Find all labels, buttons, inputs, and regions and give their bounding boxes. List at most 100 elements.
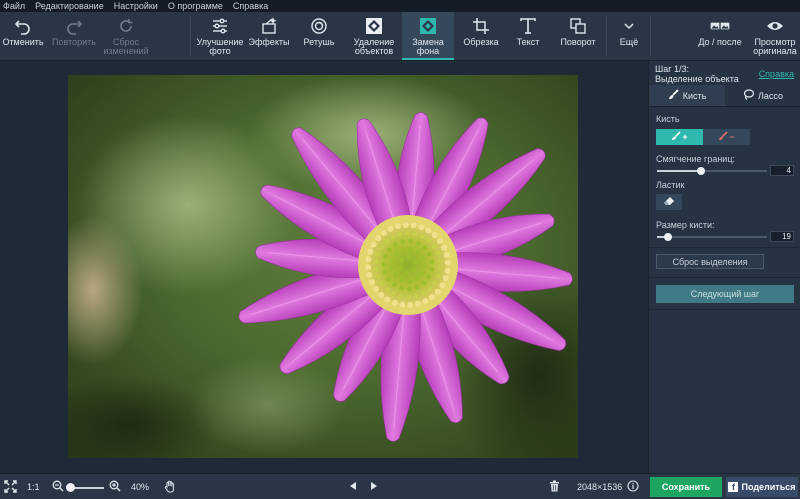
next-image-button[interactable] — [369, 474, 379, 499]
refresh-icon — [116, 16, 136, 36]
step-indicator: Шаг 1/3: Выделение объекта — [655, 64, 739, 84]
actual-size-button[interactable]: 1:1 — [27, 474, 40, 499]
floret — [394, 251, 399, 257]
effects-button[interactable]: Эффекты — [246, 12, 292, 60]
rotate-button[interactable]: Поворот — [554, 12, 602, 60]
help-link[interactable]: Справка — [759, 69, 794, 79]
reset-changes-button[interactable]: Сброс изменений — [100, 12, 152, 60]
floret — [406, 294, 411, 300]
zoom-slider[interactable] — [70, 487, 104, 489]
reset-selection-button[interactable]: Сброс выделения — [656, 254, 764, 269]
smoothing-slider[interactable] — [657, 167, 767, 175]
text-button[interactable]: Текст — [506, 12, 550, 60]
zoom-out-button[interactable] — [52, 474, 64, 499]
photo-canvas[interactable] — [68, 75, 578, 458]
menu-edit[interactable]: Редактирование — [35, 0, 104, 12]
sliders-icon — [210, 16, 230, 36]
floret — [378, 245, 384, 250]
undo-button[interactable]: Отменить — [0, 12, 46, 60]
floret — [393, 242, 398, 247]
floret — [442, 275, 449, 282]
share-button[interactable]: f Поделиться — [726, 477, 798, 497]
smoothing-slider-handle[interactable] — [697, 167, 705, 175]
floret — [405, 230, 410, 236]
floret — [422, 245, 428, 251]
save-button[interactable]: Сохранить — [650, 477, 722, 497]
brush-remove-icon — [718, 131, 728, 143]
floret — [432, 280, 438, 285]
floret — [411, 267, 417, 273]
toolbar: Отменить Повторить Сброс изменений Улучш… — [0, 12, 800, 61]
floret — [399, 301, 406, 308]
enhance-photo-button[interactable]: Улучшение фото — [194, 12, 246, 60]
floret — [400, 247, 406, 253]
eraser-button[interactable] — [656, 194, 682, 210]
floret — [370, 241, 377, 248]
floret — [412, 231, 418, 237]
crop-icon — [471, 16, 491, 36]
floret — [392, 282, 397, 288]
floret — [439, 282, 446, 289]
floret — [381, 262, 387, 267]
zoom-out-icon — [52, 480, 64, 494]
view-original-button[interactable]: Просмотр оригинала — [750, 12, 800, 60]
floret — [397, 231, 403, 237]
toolbar-divider — [606, 16, 607, 56]
floret — [398, 293, 404, 299]
brush-size-value[interactable]: 19 — [770, 231, 794, 242]
floret — [379, 281, 385, 287]
brush-add-button[interactable]: + — [656, 129, 703, 145]
menu-settings[interactable]: Настройки — [114, 0, 158, 12]
floret — [444, 267, 451, 274]
floret — [408, 238, 413, 244]
tab-lasso[interactable]: Лассо — [725, 85, 800, 106]
floret — [373, 267, 379, 272]
menu-about[interactable]: О программе — [168, 0, 223, 12]
brush-remove-button[interactable]: − — [703, 129, 750, 145]
canvas-area[interactable] — [0, 61, 648, 473]
facebook-icon: f — [728, 482, 739, 492]
floret — [443, 252, 450, 258]
before-after-button[interactable]: До / после — [692, 12, 748, 60]
zoom-in-button[interactable] — [109, 474, 121, 499]
hand-tool-button[interactable] — [164, 474, 176, 499]
smoothing-value[interactable]: 4 — [770, 165, 794, 176]
remove-objects-button[interactable]: Удаление объектов — [348, 12, 400, 60]
floret — [406, 254, 412, 260]
crop-button[interactable]: Обрезка — [458, 12, 504, 60]
delete-button[interactable] — [549, 474, 560, 499]
floret — [426, 274, 432, 280]
crop-label: Обрезка — [463, 37, 499, 47]
smoothing-label: Смягчение границ: — [656, 154, 735, 164]
toolbar-divider — [650, 16, 651, 56]
retouch-button[interactable]: Ретушь — [296, 12, 342, 60]
redo-button[interactable]: Повторить — [50, 12, 98, 60]
tab-brush[interactable]: Кисть — [649, 85, 725, 106]
replace-background-button[interactable]: Замена фона — [402, 12, 454, 60]
floret — [437, 258, 443, 263]
more-button[interactable]: Ещё — [610, 12, 648, 60]
previous-image-button[interactable] — [348, 474, 358, 499]
floret — [391, 299, 398, 306]
floret — [390, 234, 395, 240]
brush-add-icon — [671, 131, 681, 143]
menu-file[interactable]: Файл — [3, 0, 25, 12]
brush-size-slider-handle[interactable] — [664, 233, 672, 241]
retouch-label: Ретушь — [303, 37, 335, 47]
floret — [429, 267, 434, 272]
floret — [418, 224, 425, 231]
smoothing-slider-fill — [657, 170, 701, 172]
next-step-button[interactable]: Следующий шаг — [656, 285, 794, 303]
floret — [375, 251, 381, 257]
view-original-label: Просмотр оригинала — [753, 37, 797, 56]
zoom-slider-handle[interactable] — [66, 483, 75, 492]
image-dimensions: 2048×1536 — [577, 482, 623, 492]
menu-help[interactable]: Справка — [233, 0, 268, 12]
fullscreen-button[interactable] — [4, 474, 17, 499]
replace-background-label: Замена фона — [412, 37, 444, 56]
brush-size-slider[interactable] — [657, 233, 767, 241]
brush-section-label: Кисть — [656, 114, 680, 124]
floret — [389, 265, 395, 271]
image-info-button[interactable] — [627, 474, 639, 499]
brush-size-label: Размер кисти: — [656, 220, 715, 230]
